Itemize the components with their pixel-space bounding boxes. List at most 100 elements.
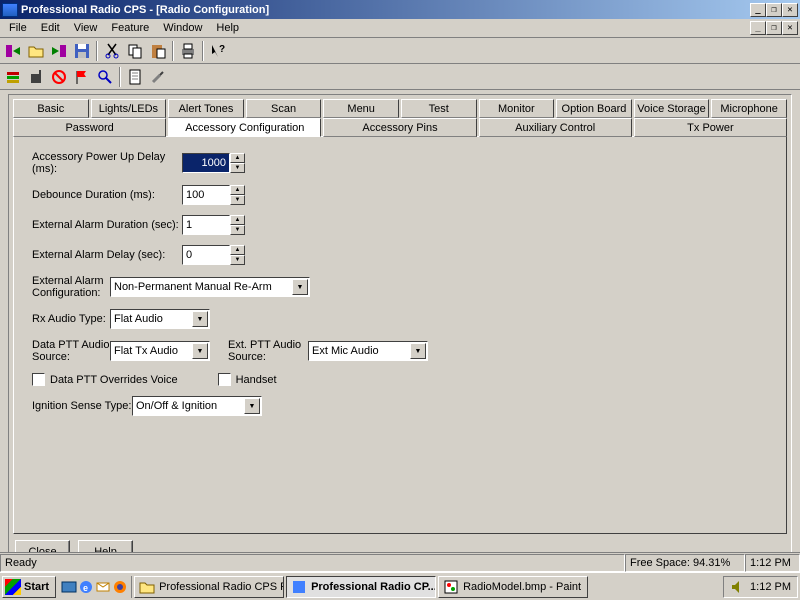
taskbar-task-folder[interactable]: Professional Radio CPS R... — [134, 576, 284, 598]
child-restore-button[interactable]: ❐ — [766, 21, 782, 35]
tab-monitor[interactable]: Monitor — [479, 99, 555, 118]
tab-voice-storage[interactable]: Voice Storage — [634, 99, 710, 118]
tab-accessory-pins[interactable]: Accessory Pins — [323, 118, 476, 137]
tab-auxiliary-control[interactable]: Auxiliary Control — [479, 118, 632, 137]
tab-scan[interactable]: Scan — [246, 99, 322, 118]
spin-down-icon[interactable]: ▼ — [230, 225, 245, 235]
tab-option-board[interactable]: Option Board — [556, 99, 632, 118]
ext-alarm-delay-input[interactable] — [182, 245, 230, 265]
tb-save-icon[interactable] — [71, 40, 93, 62]
spin-down-icon[interactable]: ▼ — [230, 163, 245, 173]
handset-checkbox[interactable] — [218, 373, 231, 386]
task3-label: RadioModel.bmp - Paint — [463, 581, 581, 593]
data-ptt-source-combo[interactable]: Flat Tx Audio ▼ — [110, 341, 210, 361]
rx-audio-type-combo[interactable]: Flat Audio ▼ — [110, 309, 210, 329]
ext-alarm-duration-spinner[interactable]: ▲ ▼ — [230, 215, 245, 235]
data-ptt-overrides-label: Data PTT Overrides Voice — [50, 374, 178, 386]
close-window-button[interactable]: ✕ — [782, 3, 798, 17]
menu-edit[interactable]: Edit — [34, 20, 67, 36]
tab-basic[interactable]: Basic — [13, 99, 89, 118]
ext-alarm-config-combo[interactable]: Non-Permanent Manual Re-Arm ▼ — [110, 277, 310, 297]
menu-feature[interactable]: Feature — [104, 20, 156, 36]
ql-outlook-icon[interactable] — [95, 579, 111, 595]
menu-window[interactable]: Window — [156, 20, 209, 36]
tb-copy-icon[interactable] — [124, 40, 146, 62]
menu-view[interactable]: View — [67, 20, 105, 36]
start-button[interactable]: Start — [2, 576, 56, 598]
ignition-sense-combo[interactable]: On/Off & Ignition ▼ — [132, 396, 262, 416]
tab-tx-power[interactable]: Tx Power — [634, 118, 787, 137]
task1-label: Professional Radio CPS R... — [159, 581, 284, 593]
tray-volume-icon[interactable] — [730, 579, 746, 595]
menu-bar: File Edit View Feature Window Help _ ❐ ✕ — [0, 19, 800, 38]
tab-microphone[interactable]: Microphone — [711, 99, 787, 118]
status-bar: Ready Free Space: 94.31% 1:12 PM — [0, 552, 800, 572]
tab-lights-leds[interactable]: Lights/LEDs — [91, 99, 167, 118]
tray-time: 1:12 PM — [750, 581, 791, 593]
child-minimize-button[interactable]: _ — [750, 21, 766, 35]
status-time: 1:12 PM — [745, 554, 800, 572]
tb-tools-icon[interactable] — [147, 66, 169, 88]
chevron-down-icon[interactable]: ▼ — [244, 398, 260, 414]
acc-power-up-delay-label: Accessory Power Up Delay (ms): — [32, 151, 182, 175]
debounce-spinner[interactable]: ▲ ▼ — [230, 185, 245, 205]
start-label: Start — [24, 581, 49, 593]
chevron-down-icon[interactable]: ▼ — [192, 343, 208, 359]
system-tray: 1:12 PM — [723, 576, 798, 598]
tab-test[interactable]: Test — [401, 99, 477, 118]
tab-password[interactable]: Password — [13, 118, 166, 137]
debounce-input[interactable] — [182, 185, 230, 205]
chevron-down-icon[interactable]: ▼ — [292, 279, 308, 295]
tb-document-icon[interactable] — [124, 66, 146, 88]
ignition-sense-label: Ignition Sense Type: — [32, 400, 132, 412]
menu-file[interactable]: File — [2, 20, 34, 36]
tb-help-icon[interactable]: ? — [207, 40, 229, 62]
ext-alarm-duration-input[interactable] — [182, 215, 230, 235]
chevron-down-icon[interactable]: ▼ — [192, 311, 208, 327]
tb-paste-icon[interactable] — [147, 40, 169, 62]
spin-up-icon[interactable]: ▲ — [230, 185, 245, 195]
ext-alarm-duration-label: External Alarm Duration (sec): — [32, 219, 182, 231]
ext-ptt-source-combo[interactable]: Ext Mic Audio ▼ — [308, 341, 428, 361]
tb-prohibit-icon[interactable] — [48, 66, 70, 88]
tb-config-icon[interactable] — [2, 66, 24, 88]
task2-label: Professional Radio CP... — [311, 581, 436, 593]
tb-open-icon[interactable] — [25, 40, 47, 62]
tb-cut-icon[interactable] — [101, 40, 123, 62]
tb-print-icon[interactable] — [177, 40, 199, 62]
spin-down-icon[interactable]: ▼ — [230, 255, 245, 265]
status-freespace: Free Space: 94.31% — [625, 554, 745, 572]
tab-accessory-configuration[interactable]: Accessory Configuration — [168, 118, 321, 137]
ql-firefox-icon[interactable] — [112, 579, 128, 595]
handset-label: Handset — [236, 374, 277, 386]
data-ptt-overrides-checkbox[interactable] — [32, 373, 45, 386]
tb-flag-icon[interactable] — [71, 66, 93, 88]
tab-menu[interactable]: Menu — [323, 99, 399, 118]
tb-radio-icon[interactable] — [25, 66, 47, 88]
maximize-button[interactable]: ❐ — [766, 3, 782, 17]
spin-up-icon[interactable]: ▲ — [230, 245, 245, 255]
ql-desktop-icon[interactable] — [61, 579, 77, 595]
spin-up-icon[interactable]: ▲ — [230, 215, 245, 225]
tab-alert-tones[interactable]: Alert Tones — [168, 99, 244, 118]
chevron-down-icon[interactable]: ▼ — [410, 343, 426, 359]
ext-alarm-delay-label: External Alarm Delay (sec): — [32, 249, 182, 261]
ext-ptt-source-value: Ext Mic Audio — [312, 345, 379, 357]
tb-read-icon[interactable] — [2, 40, 24, 62]
minimize-button[interactable]: _ — [750, 3, 766, 17]
toolbar-secondary — [0, 64, 800, 90]
tb-write-icon[interactable] — [48, 40, 70, 62]
acc-power-up-delay-input[interactable] — [182, 153, 230, 173]
ext-alarm-delay-spinner[interactable]: ▲ ▼ — [230, 245, 245, 265]
ignition-sense-value: On/Off & Ignition — [136, 400, 217, 412]
tb-zoom-icon[interactable] — [94, 66, 116, 88]
debounce-label: Debounce Duration (ms): — [32, 189, 182, 201]
menu-help[interactable]: Help — [209, 20, 246, 36]
spin-down-icon[interactable]: ▼ — [230, 195, 245, 205]
taskbar-task-paint[interactable]: RadioModel.bmp - Paint — [438, 576, 588, 598]
ql-ie-icon[interactable]: e — [78, 579, 94, 595]
acc-power-up-delay-spinner[interactable]: ▲ ▼ — [230, 153, 245, 173]
taskbar-task-cps[interactable]: Professional Radio CP... — [286, 576, 436, 598]
child-close-button[interactable]: ✕ — [782, 21, 798, 35]
spin-up-icon[interactable]: ▲ — [230, 153, 245, 163]
